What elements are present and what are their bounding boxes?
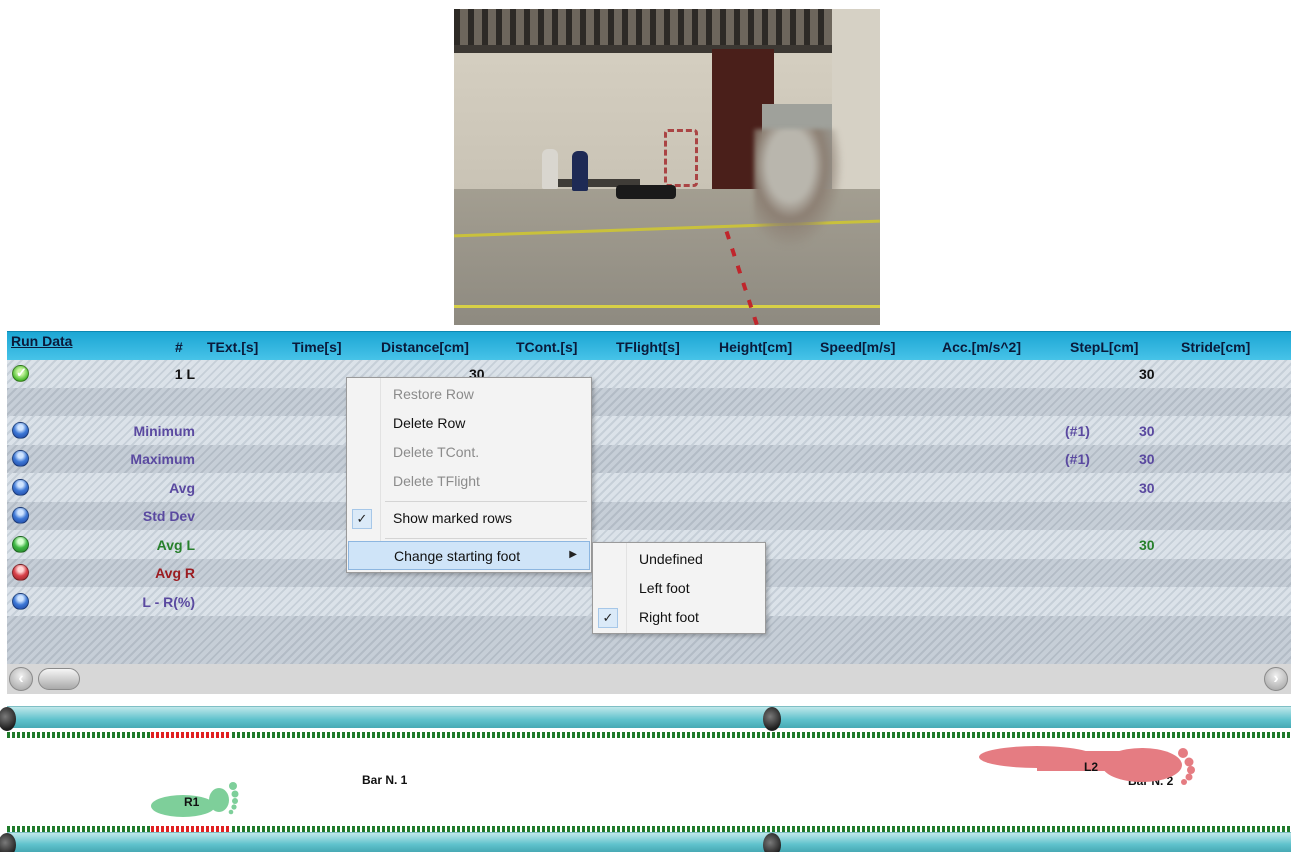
timeline-ruler-highlight bbox=[151, 732, 231, 738]
app-window: Run Data # TExt.[s] Time[s] Distance[cm]… bbox=[0, 0, 1291, 852]
stepl-cell: 30 bbox=[1139, 480, 1155, 496]
check-status-icon bbox=[12, 365, 29, 382]
timeline-bar-bottom[interactable] bbox=[0, 832, 1291, 852]
stepl-cell: 30 bbox=[1139, 423, 1155, 439]
menu-item-delete-row[interactable]: Delete Row bbox=[347, 409, 591, 438]
submenu-item-left-foot[interactable]: Left foot bbox=[593, 574, 765, 603]
checkmark-icon: ✓ bbox=[352, 509, 372, 529]
video-bags bbox=[616, 185, 676, 199]
stat-blue-icon bbox=[12, 507, 29, 524]
video-frame[interactable] bbox=[454, 9, 880, 325]
stepl-cell: 30 bbox=[1139, 366, 1155, 382]
video-person-sitting bbox=[542, 149, 558, 189]
menu-item-label: Undefined bbox=[639, 551, 703, 567]
row-label: Avg R bbox=[155, 565, 195, 581]
menu-separator bbox=[385, 538, 587, 539]
menu-item-label: Left foot bbox=[639, 580, 690, 596]
column-header-speed[interactable]: Speed[m/s] bbox=[820, 339, 895, 355]
context-menu: Restore Row Delete Row Delete TCont. Del… bbox=[346, 377, 592, 573]
video-person-sitting-2 bbox=[572, 151, 588, 191]
submenu-arrow-icon: ▶ bbox=[569, 549, 577, 560]
column-header-text[interactable]: TExt.[s] bbox=[207, 339, 258, 355]
stepl-ref-cell: (#1) bbox=[1065, 451, 1090, 467]
menu-separator bbox=[385, 501, 587, 502]
timeline-knob-icon[interactable] bbox=[763, 707, 781, 731]
video-rail bbox=[454, 45, 880, 53]
foot-label-l2: L2 bbox=[1084, 760, 1099, 774]
row-label: 1 L bbox=[174, 366, 195, 382]
video-floor-line-2 bbox=[454, 305, 880, 308]
table-row[interactable]: Std Dev bbox=[7, 502, 1291, 530]
stepl-ref-cell: (#1) bbox=[1065, 423, 1090, 439]
menu-item-label: Delete Row bbox=[393, 415, 466, 431]
stat-green-icon bbox=[12, 536, 29, 553]
starting-foot-submenu: Undefined Left foot ✓ Right foot bbox=[592, 542, 766, 634]
table-row[interactable]: Minimum (#1) 30 bbox=[7, 417, 1291, 445]
column-header-tcont[interactable]: TCont.[s] bbox=[516, 339, 577, 355]
menu-item-delete-tflight[interactable]: Delete TFlight bbox=[347, 467, 591, 496]
submenu-item-right-foot[interactable]: ✓ Right foot bbox=[593, 603, 765, 632]
stat-blue-icon bbox=[12, 450, 29, 467]
column-header-tflight[interactable]: TFlight[s] bbox=[616, 339, 680, 355]
menu-item-label: Delete TFlight bbox=[393, 473, 480, 489]
stepl-cell: 30 bbox=[1139, 537, 1155, 553]
foot-label-r1: R1 bbox=[184, 795, 200, 809]
menu-item-label: Delete TCont. bbox=[393, 444, 480, 460]
video-ceiling bbox=[454, 9, 880, 49]
table-row[interactable]: Maximum (#1) 30 bbox=[7, 445, 1291, 473]
scroll-thumb[interactable] bbox=[38, 668, 80, 690]
menu-item-change-starting-foot[interactable]: Change starting foot ▶ bbox=[348, 541, 590, 570]
stat-blue-icon bbox=[12, 593, 29, 610]
timeline-bar-top[interactable] bbox=[0, 706, 1291, 731]
menu-item-label: Change starting foot bbox=[394, 548, 521, 564]
checkmark-icon: ✓ bbox=[598, 608, 618, 628]
stat-red-icon bbox=[12, 564, 29, 581]
menu-item-delete-tcont[interactable]: Delete TCont. bbox=[347, 438, 591, 467]
stat-blue-icon bbox=[12, 479, 29, 496]
row-label: Avg bbox=[169, 480, 195, 496]
video-runner bbox=[754, 129, 844, 249]
column-header-acc[interactable]: Acc.[m/s^2] bbox=[942, 339, 1021, 355]
submenu-item-undefined[interactable]: Undefined bbox=[593, 545, 765, 574]
column-header-distance[interactable]: Distance[cm] bbox=[381, 339, 469, 355]
menu-item-restore-row[interactable]: Restore Row bbox=[347, 380, 591, 409]
table-row[interactable]: Avg 30 bbox=[7, 474, 1291, 502]
footstep-track[interactable]: Bar N. 1 Bar N. 2 R1 L2 bbox=[7, 740, 1291, 826]
stat-blue-icon bbox=[12, 422, 29, 439]
row-label: Maximum bbox=[130, 451, 195, 467]
menu-item-label: Right foot bbox=[639, 609, 699, 625]
row-label: Avg L bbox=[156, 537, 195, 553]
scroll-left-icon[interactable]: ‹ bbox=[9, 667, 33, 691]
menu-item-label: Show marked rows bbox=[393, 510, 513, 526]
table-row-empty bbox=[7, 388, 1291, 416]
scroll-right-icon[interactable]: › bbox=[1264, 667, 1288, 691]
stepl-cell: 30 bbox=[1139, 451, 1155, 467]
column-header-stride[interactable]: Stride[cm] bbox=[1181, 339, 1250, 355]
menu-item-show-marked-rows[interactable]: ✓ Show marked rows bbox=[347, 504, 591, 533]
column-header-height[interactable]: Height[cm] bbox=[719, 339, 792, 355]
video-hurdle-frame bbox=[664, 129, 698, 187]
column-header-time[interactable]: Time[s] bbox=[292, 339, 342, 355]
row-label: Minimum bbox=[133, 423, 195, 439]
row-label: Std Dev bbox=[142, 508, 195, 524]
horizontal-scrollbar[interactable]: ‹ › bbox=[7, 664, 1291, 694]
timeline-knob-icon[interactable] bbox=[763, 833, 781, 852]
column-header-stepl[interactable]: StepL[cm] bbox=[1070, 339, 1138, 355]
timeline-knob-icon[interactable] bbox=[0, 833, 16, 852]
table-row[interactable]: 1 L 30 30 bbox=[7, 360, 1291, 388]
row-label: L - R(%) bbox=[142, 594, 195, 610]
table-header: Run Data # TExt.[s] Time[s] Distance[cm]… bbox=[7, 331, 1291, 360]
run-data-link[interactable]: Run Data bbox=[11, 333, 72, 349]
column-header-index[interactable]: # bbox=[175, 339, 183, 355]
menu-item-label: Restore Row bbox=[393, 386, 474, 402]
timeline-knob-icon[interactable] bbox=[0, 707, 16, 731]
bar-label-1: Bar N. 1 bbox=[362, 773, 408, 787]
